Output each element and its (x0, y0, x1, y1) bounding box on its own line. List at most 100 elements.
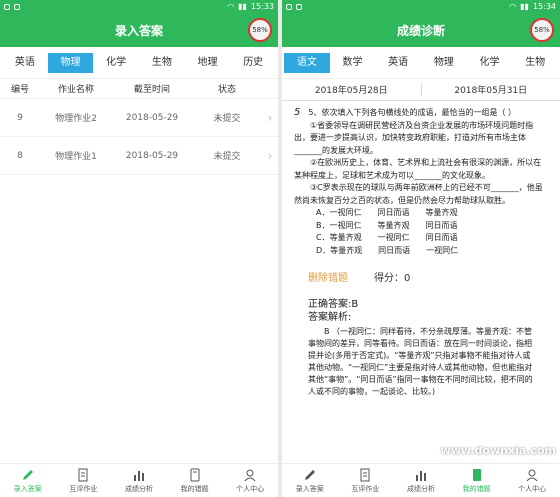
date-range: 2018年05月28日 2018年05月31日 (282, 79, 560, 101)
tab-biology[interactable]: 生物 (512, 53, 558, 73)
tab-chemistry[interactable]: 化学 (93, 53, 139, 73)
row-name: 物理作业2 (55, 114, 97, 124)
tab-geography[interactable]: 地理 (185, 53, 231, 73)
question-stem: 5、依次填入下列各句横线处的成语，最恰当的一组是（ ） (308, 108, 517, 117)
nav-my-mistakes[interactable]: 我的错题 (167, 464, 223, 497)
column-header-id: 编号 (10, 85, 29, 95)
pencil-icon (21, 468, 35, 482)
column-header-deadline: 截至时间 (133, 85, 170, 95)
tab-english[interactable]: 英语 (375, 53, 421, 73)
column-header-status: 状态 (217, 85, 236, 95)
question-sentence: ①省委领导在调研民营经济及台资企业发展的市场环境问题时指出，要进一步提高认识，加… (294, 120, 534, 155)
status-bar: ◠ ▮▮ 15:33 (0, 0, 278, 13)
delete-mistake-button[interactable]: 删除错题 (308, 269, 348, 284)
row-deadline: 2018-05-29 (125, 112, 179, 123)
table-header: 编号 作业名称 截至时间 状态 (0, 79, 278, 99)
nav-score-analysis[interactable]: 成绩分析 (111, 464, 167, 497)
row-name: 物理作业1 (55, 152, 97, 162)
nav-label: 我的错题 (462, 484, 491, 493)
status-time: 15:34 (532, 2, 556, 11)
nav-peer-review[interactable]: 互评作业 (338, 464, 394, 497)
answer-section: 正确答案:B 答案解析: (282, 284, 560, 324)
wifi-icon: ◠ (227, 2, 235, 11)
notification-icon (296, 3, 302, 10)
nav-profile[interactable]: 个人中心 (222, 464, 278, 497)
tab-chemistry[interactable]: 化学 (467, 53, 513, 73)
nav-label: 成绩分析 (124, 484, 153, 493)
app-header: 成绩诊断 58% (282, 13, 560, 47)
table-row[interactable]: 8 物理作业1 2018-05-29 未提交 › (0, 137, 278, 175)
tab-history[interactable]: 历史 (230, 53, 276, 73)
notification-icon (14, 3, 20, 10)
bar-chart-icon (414, 468, 428, 482)
answer-option: A．一视同仁 同日而语 等量齐观 (316, 208, 458, 217)
analysis-title: 答案解析: (308, 312, 352, 323)
page-title: 录入答案 (114, 23, 163, 38)
book-icon (470, 468, 484, 482)
start-date[interactable]: 2018年05月28日 (282, 83, 421, 96)
wifi-icon: ◠ (509, 2, 517, 11)
bottom-nav: 录入答案 互评作业 成绩分析 我的错题 个人中心 (0, 463, 278, 497)
row-id: 8 (17, 150, 23, 161)
row-deadline: 2018-05-29 (125, 150, 179, 161)
nav-label: 互评作业 (69, 484, 98, 493)
correct-answer: 正确答案:B (308, 299, 359, 310)
nav-score-analysis[interactable]: 成绩分析 (393, 464, 449, 497)
nav-my-mistakes[interactable]: 我的错题 (449, 464, 505, 497)
nav-profile[interactable]: 个人中心 (504, 464, 560, 497)
table-row[interactable]: 9 物理作业2 2018-05-29 未提交 › (0, 99, 278, 137)
nav-label: 成绩分析 (406, 484, 435, 493)
tab-physics[interactable]: 物理 (421, 53, 467, 73)
question-sentence: ③C罗表示现在的球队与两年前欧洲杯上的已经不可_______，他虽然尚未恢复百分… (294, 183, 543, 205)
bottom-nav: 录入答案 互评作业 成绩分析 我的错题 个人中心 (282, 463, 560, 497)
analysis-text: B （一视同仁：同样看待，不分亲疏厚薄。等量齐观：不管事物间的差异，同等看待。同… (308, 327, 533, 396)
watermark: www.downxia.com (440, 444, 556, 457)
status-time: 15:33 (250, 2, 274, 11)
nav-label: 录入答案 (295, 484, 324, 493)
left-screen: ◠ ▮▮ 15:33 录入答案 58% 英语 物理 化学 生物 地理 历史 编号 作… (0, 0, 278, 497)
nav-label: 我的错题 (180, 484, 209, 493)
tab-biology[interactable]: 生物 (139, 53, 185, 73)
question-card: 5 5、依次填入下列各句横线处的成语，最恰当的一组是（ ） ①省委领导在调研民营… (282, 101, 560, 257)
book-icon (188, 468, 202, 482)
answer-option: B．一视同仁 等量齐观 同日而语 (316, 220, 458, 230)
nav-enter-answers[interactable]: 录入答案 (0, 464, 56, 497)
answer-option: D．等量齐观 同日而语 一视同仁 (316, 245, 459, 255)
notification-icon (4, 3, 10, 10)
document-icon (358, 468, 372, 482)
nav-peer-review[interactable]: 互评作业 (56, 464, 112, 497)
app-header: 录入答案 58% (0, 13, 278, 47)
tab-english[interactable]: 英语 (2, 53, 48, 73)
nav-label: 个人中心 (518, 484, 547, 493)
tab-math[interactable]: 数学 (330, 53, 376, 73)
question-sentence: ②在欧洲历史上，体育、艺术界和上流社会有很深的渊源，所以在某种程度上，足球和艺术… (294, 158, 542, 180)
page-title: 成绩诊断 (396, 23, 445, 38)
nav-label: 互评作业 (351, 484, 380, 493)
tab-physics[interactable]: 物理 (47, 52, 94, 73)
answer-option: C．等量齐观 一视同仁 同日而语 (316, 233, 458, 242)
row-status: 未提交 (213, 114, 241, 124)
user-icon (243, 468, 257, 482)
bar-chart-icon (132, 468, 146, 482)
tab-chinese[interactable]: 语文 (284, 52, 330, 73)
user-icon (525, 468, 539, 482)
chevron-right-icon: › (267, 148, 273, 163)
score-badge[interactable]: 58% (530, 18, 554, 42)
document-icon (76, 468, 90, 482)
right-screen: ◠ ▮▮ 15:34 成绩诊断 58% 语文 数学 英语 物理 化学 生物 2018… (282, 0, 560, 497)
action-row: 删除错题 得分：0 (282, 257, 560, 284)
nav-label: 个人中心 (236, 484, 265, 493)
status-bar: ◠ ▮▮ 15:34 (282, 0, 560, 13)
subject-tabs: 英语 物理 化学 生物 地理 历史 (0, 47, 278, 79)
signal-icon: ▮▮ (238, 2, 247, 11)
chevron-right-icon: › (267, 110, 273, 125)
score-label: 得分：0 (374, 273, 411, 284)
subject-tabs: 语文 数学 英语 物理 化学 生物 (282, 47, 560, 79)
end-date[interactable]: 2018年05月31日 (420, 83, 560, 96)
score-badge[interactable]: 58% (248, 18, 272, 42)
notification-icon (286, 3, 292, 10)
row-status: 未提交 (213, 152, 241, 162)
signal-icon: ▮▮ (520, 2, 529, 11)
row-id: 9 (17, 112, 23, 123)
nav-enter-answers[interactable]: 录入答案 (282, 464, 338, 497)
